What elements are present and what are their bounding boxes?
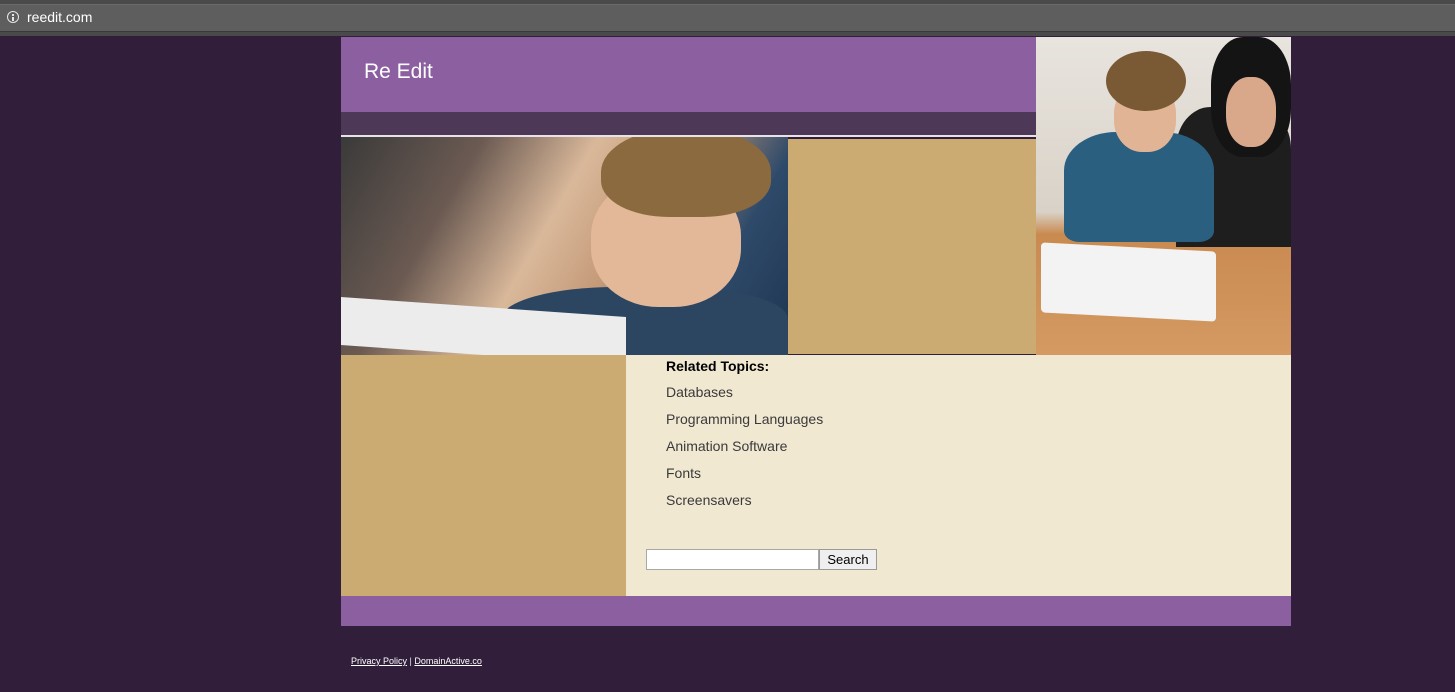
banner-photo-mother-son (1036, 37, 1291, 355)
tan-panel-left (341, 355, 626, 596)
footer-links: Privacy Policy | DomainActive.co (351, 656, 482, 666)
search-button[interactable]: Search (819, 549, 877, 570)
browser-address-bar: reedit.com (0, 0, 1455, 36)
photo-shape-laptop (1041, 242, 1216, 322)
topic-link-databases[interactable]: Databases (666, 384, 733, 400)
topic-link-programming-languages[interactable]: Programming Languages (666, 411, 823, 427)
privacy-policy-link[interactable]: Privacy Policy (351, 656, 407, 666)
url-field[interactable]: reedit.com (0, 4, 1455, 32)
topic-link-animation-software[interactable]: Animation Software (666, 438, 787, 454)
photo-shape-boy-hair (1106, 51, 1186, 111)
topic-link-screensavers[interactable]: Screensavers (666, 492, 752, 508)
photo-shape-woman-face (1226, 77, 1276, 147)
topic-link-fonts[interactable]: Fonts (666, 465, 701, 481)
footer-bar (341, 596, 1291, 626)
banner-photo-boy-laptop (341, 137, 788, 355)
info-circle-icon[interactable] (7, 11, 19, 23)
domainactive-link[interactable]: DomainActive.co (414, 656, 482, 666)
url-text[interactable]: reedit.com (27, 9, 92, 25)
footer-separator: | (409, 656, 412, 666)
related-topics-heading: Related Topics: (666, 358, 770, 374)
related-topics-panel: Related Topics: Databases Programming La… (626, 355, 1291, 596)
photo-shape-hair (601, 137, 771, 217)
search-input[interactable] (646, 549, 819, 570)
tan-panel-top (788, 139, 1036, 354)
site-title: Re Edit (364, 60, 433, 83)
site-header: Re Edit (341, 37, 1036, 112)
header-subbar (341, 112, 1036, 135)
